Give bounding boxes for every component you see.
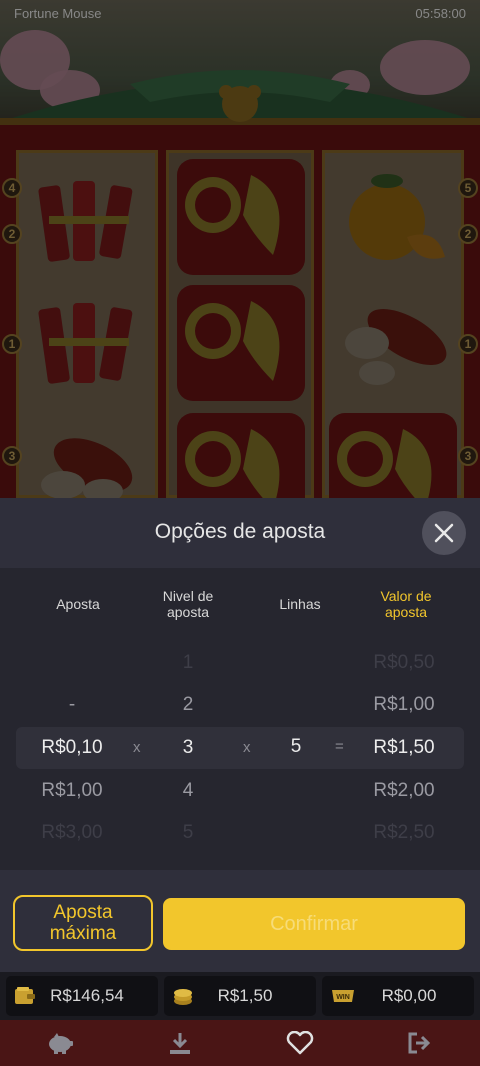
panel-title: Opções de aposta	[154, 520, 326, 543]
close-button[interactable]	[422, 511, 466, 555]
max-bet-label: Aposta máxima	[49, 902, 117, 944]
nav-piggy-bank[interactable]	[46, 1030, 74, 1056]
balance-bar: R$146,54 R$1,50 WIN R$0,00	[0, 972, 480, 1020]
value-option[interactable]: R$2,50	[362, 822, 446, 844]
close-icon	[434, 523, 454, 543]
win-amount-display: WIN R$0,00	[322, 976, 474, 1016]
lines-value-selected[interactable]: 5	[276, 736, 316, 758]
bet-value-selected[interactable]: R$0,10	[34, 737, 110, 759]
column-header-lines: Linhas	[279, 596, 321, 612]
piggy-bank-icon	[49, 1033, 73, 1054]
game-time-label: 05:58:00	[415, 6, 466, 21]
nav-favorite[interactable]	[286, 1030, 314, 1056]
level-option[interactable]: 2	[168, 694, 208, 716]
value-option[interactable]: R$1,00	[362, 694, 446, 716]
wallet-amount: R$146,54	[50, 986, 124, 1005]
exit-icon	[408, 1032, 431, 1054]
value-option[interactable]: R$2,00	[362, 780, 446, 802]
level-option[interactable]: 5	[168, 822, 208, 844]
bet-amount: R$1,50	[217, 986, 273, 1005]
column-header-level: Nivel de aposta	[162, 588, 214, 620]
bottom-navigation	[0, 1020, 480, 1066]
value-option[interactable]: R$0,50	[362, 652, 446, 674]
game-name-label: Fortune Mouse	[14, 6, 102, 21]
bet-table[interactable]: Aposta Nivel de aposta Linhas Valor de a…	[0, 568, 480, 870]
multiply-sign: x	[133, 739, 141, 756]
win-amount: R$0,00	[381, 986, 437, 1005]
total-value-selected[interactable]: R$1,50	[362, 737, 446, 759]
bet-option[interactable]: -	[52, 694, 92, 716]
nav-exit[interactable]	[406, 1030, 434, 1056]
download-icon	[170, 1033, 190, 1054]
modal-overlay[interactable]	[0, 0, 480, 498]
bet-option[interactable]: R$1,00	[34, 780, 110, 802]
wallet-balance: R$146,54	[6, 976, 158, 1016]
bet-amount-display: R$1,50	[164, 976, 316, 1016]
max-bet-button[interactable]: Aposta máxima	[13, 895, 153, 951]
multiply-sign: x	[243, 739, 251, 756]
slot-game-area: 4 2 1 3 5 2 1 3 Fortune Mouse 05:58:00	[0, 0, 480, 498]
column-header-value: Valor de aposta	[380, 588, 432, 620]
column-header-bet: Aposta	[56, 596, 100, 612]
level-value-selected[interactable]: 3	[168, 737, 208, 759]
heart-icon	[286, 1031, 314, 1055]
nav-download[interactable]	[166, 1030, 194, 1056]
bet-option[interactable]: R$3,00	[34, 822, 110, 844]
level-option[interactable]: 1	[168, 652, 208, 674]
action-buttons-row: Aposta máxima Confirmar	[0, 870, 480, 972]
panel-header: Opções de aposta	[0, 498, 480, 568]
bet-options-panel: Opções de aposta Aposta Nivel de aposta …	[0, 498, 480, 870]
level-option[interactable]: 4	[168, 780, 208, 802]
equals-sign: =	[335, 738, 344, 755]
confirm-button[interactable]: Confirmar	[163, 898, 465, 950]
